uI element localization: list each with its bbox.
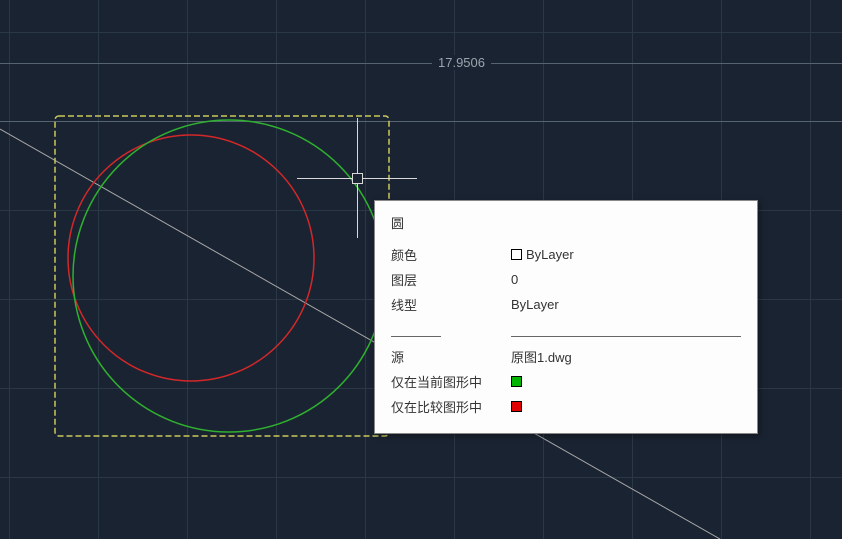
prop-color-value: ByLayer <box>511 242 741 267</box>
prop-only-compare-swatch <box>511 394 741 419</box>
color-swatch-bylayer <box>511 249 522 260</box>
prop-linetype-value: ByLayer <box>511 292 741 317</box>
dimension-label: 17.9506 <box>432 55 491 70</box>
tooltip-title: 圆 <box>391 213 741 232</box>
color-swatch-red <box>511 401 522 412</box>
prop-only-compare-label: 仅在比较图形中 <box>391 394 511 419</box>
tooltip-properties-table: 颜色 ByLayer 图层 0 线型 ByLayer 源 原图1.dwg 仅在当… <box>391 242 741 419</box>
prop-layer-label: 图层 <box>391 267 511 292</box>
prop-only-current-swatch <box>511 369 741 394</box>
color-swatch-green <box>511 376 522 387</box>
prop-linetype-label: 线型 <box>391 292 511 317</box>
entity-tooltip: 圆 颜色 ByLayer 图层 0 线型 ByLayer 源 原图1.dwg 仅… <box>374 200 758 434</box>
prop-color-label: 颜色 <box>391 242 511 267</box>
prop-layer-value: 0 <box>511 267 741 292</box>
prop-source-value: 原图1.dwg <box>511 344 741 369</box>
circle-green[interactable] <box>66 116 396 446</box>
prop-source-label: 源 <box>391 344 511 369</box>
prop-only-current-label: 仅在当前图形中 <box>391 369 511 394</box>
